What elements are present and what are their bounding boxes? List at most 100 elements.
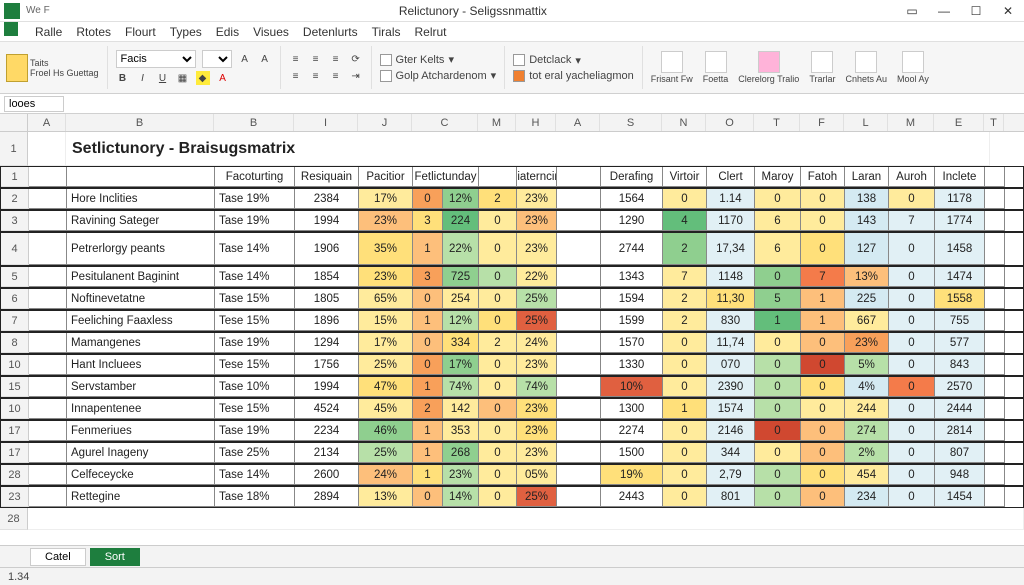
row-label-cell[interactable]: Mamangenes [67, 333, 215, 353]
cell[interactable] [29, 333, 67, 353]
cell[interactable]: Tase 14% [215, 233, 295, 265]
row-header[interactable]: 1 [1, 167, 29, 187]
cell[interactable] [557, 443, 601, 463]
cell[interactable] [29, 399, 67, 419]
cell[interactable] [985, 355, 1005, 375]
cell[interactable] [29, 355, 67, 375]
cell[interactable]: Tase 14% [215, 267, 295, 287]
cell[interactable] [29, 311, 67, 331]
cell[interactable] [985, 267, 1005, 287]
cell[interactable]: 12% [443, 311, 479, 331]
row-label-cell[interactable]: Hore Inclities [67, 189, 215, 209]
big-icon-3[interactable]: Trarlar [809, 51, 835, 84]
cell[interactable]: 2744 [601, 233, 663, 265]
cell[interactable]: 24% [517, 333, 557, 353]
spreadsheet-grid[interactable]: 1 Setlictunory - Braisugsmatrix 1 Facotur… [0, 132, 1024, 542]
col-header[interactable]: J [358, 114, 412, 131]
cell[interactable]: 234 [845, 487, 889, 507]
cell[interactable]: 1558 [935, 289, 985, 309]
fill-color-icon[interactable]: ◆ [196, 71, 210, 85]
cell[interactable]: 0 [663, 487, 707, 507]
cell[interactable]: 0 [801, 233, 845, 265]
col-header[interactable]: A [556, 114, 600, 131]
cell[interactable]: 25% [359, 355, 413, 375]
cell[interactable]: 344 [707, 443, 755, 463]
cell[interactable] [557, 487, 601, 507]
cell[interactable]: 830 [707, 311, 755, 331]
name-box[interactable] [4, 96, 64, 112]
row-label-cell[interactable]: Pesitulanent Baginint [67, 267, 215, 287]
cell[interactable] [557, 333, 601, 353]
row-header[interactable]: 8 [1, 333, 29, 353]
cell[interactable]: 1 [413, 233, 443, 265]
cell[interactable]: 11,30 [707, 289, 755, 309]
cell[interactable]: 1290 [601, 211, 663, 231]
cell[interactable]: 0 [801, 189, 845, 209]
ribbon-options-icon[interactable]: ▭ [896, 0, 928, 22]
cell[interactable]: 1994 [295, 211, 359, 231]
big-icon-1[interactable]: Foetta [703, 51, 729, 84]
cell[interactable] [29, 487, 67, 507]
col-header[interactable]: C [412, 114, 478, 131]
cell[interactable] [985, 377, 1005, 397]
cell[interactable]: 1854 [295, 267, 359, 287]
row-label-cell[interactable]: Innapentenee [67, 399, 215, 419]
cell[interactable]: 274 [845, 421, 889, 441]
cell[interactable]: 74% [517, 377, 557, 397]
cell[interactable]: 7 [889, 211, 935, 231]
cell[interactable]: 17% [359, 189, 413, 209]
cell[interactable]: 5 [755, 289, 801, 309]
cell[interactable]: 0 [663, 443, 707, 463]
cell[interactable]: 1 [801, 289, 845, 309]
cell[interactable]: Tase 15% [215, 289, 295, 309]
cell[interactable]: Tase 19% [215, 421, 295, 441]
table-title[interactable]: Setlictunory - Braisugsmatrix [66, 132, 990, 166]
cell[interactable]: 7 [663, 267, 707, 287]
cell[interactable]: 224 [443, 211, 479, 231]
row-label-cell[interactable]: Celfeceycke [67, 465, 215, 485]
cell[interactable] [29, 421, 67, 441]
cell[interactable]: 1564 [601, 189, 663, 209]
cell[interactable] [985, 399, 1005, 419]
sheet-tab-active[interactable]: Sort [90, 548, 140, 566]
cell[interactable]: 23% [517, 233, 557, 265]
table-header-cell[interactable]: Auroh [889, 167, 935, 187]
cell[interactable]: 6 [755, 233, 801, 265]
cell[interactable]: 0 [889, 487, 935, 507]
col-header[interactable]: M [888, 114, 934, 131]
cell[interactable]: 0 [755, 355, 801, 375]
cell[interactable]: Tase 19% [215, 189, 295, 209]
cell[interactable]: 0 [479, 421, 517, 441]
big-icon-2[interactable]: Clerelorg Tralio [738, 51, 799, 84]
cell[interactable]: 0 [479, 355, 517, 375]
cell[interactable] [985, 167, 1005, 187]
align-left-icon[interactable]: ≡ [289, 69, 303, 83]
cell[interactable]: 0 [801, 421, 845, 441]
table-header-cell[interactable]: Facoturting [215, 167, 295, 187]
font-select[interactable]: Facis [116, 50, 196, 68]
cell[interactable]: 1 [413, 421, 443, 441]
cell[interactable]: 2% [845, 443, 889, 463]
cell[interactable]: 3 [413, 267, 443, 287]
increase-font-icon[interactable]: A [238, 52, 252, 66]
cell[interactable]: 23% [517, 399, 557, 419]
cell[interactable]: 7 [801, 267, 845, 287]
cell[interactable]: 2 [479, 189, 517, 209]
cell[interactable]: 0 [889, 465, 935, 485]
cell[interactable]: 0 [755, 487, 801, 507]
cell[interactable]: 1330 [601, 355, 663, 375]
menu-item[interactable]: Visues [253, 25, 289, 39]
cell[interactable]: 0 [889, 311, 935, 331]
cell[interactable] [985, 421, 1005, 441]
cell[interactable]: 0 [663, 465, 707, 485]
cell[interactable]: 2,79 [707, 465, 755, 485]
align-right-icon[interactable]: ≡ [329, 69, 343, 83]
cell[interactable] [28, 132, 66, 166]
cell[interactable]: Tase 25% [215, 443, 295, 463]
cell[interactable]: 577 [935, 333, 985, 353]
cell[interactable]: 1454 [935, 487, 985, 507]
cell[interactable] [29, 211, 67, 231]
cell[interactable]: 0 [755, 399, 801, 419]
table-header-cell[interactable]: Fatoh [801, 167, 845, 187]
col-header[interactable]: I [294, 114, 358, 131]
